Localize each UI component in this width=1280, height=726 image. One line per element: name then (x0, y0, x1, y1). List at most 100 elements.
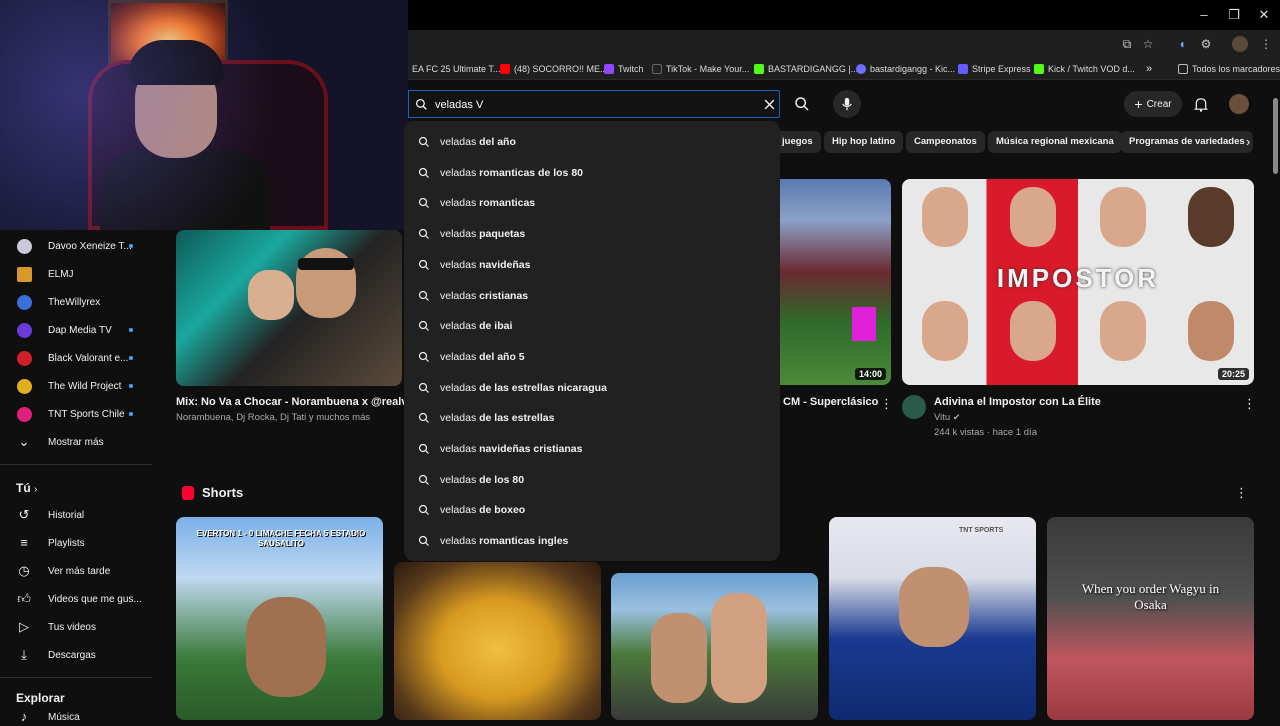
chip-championships[interactable]: Campeonatos (906, 131, 985, 153)
verified-icon: ✔︎ (952, 412, 961, 422)
suggestion-completion: del año (476, 136, 516, 148)
search-input[interactable] (435, 95, 755, 115)
channel-name: ELMJ (48, 268, 74, 280)
sidebar-subscription[interactable]: TheWillyrex (0, 288, 160, 316)
more-bookmarks-icon[interactable]: » (1146, 61, 1152, 77)
create-button[interactable]: + Crear (1124, 91, 1182, 117)
profile-avatar[interactable] (1232, 36, 1248, 52)
video-thumbnail[interactable]: IMPOSTOR 20:25 (902, 179, 1254, 385)
notifications-button[interactable] (1187, 90, 1215, 118)
bookmark-item[interactable]: bastardigangg - Kic... (856, 61, 955, 77)
voice-search-button[interactable] (833, 90, 861, 118)
bookmark-item[interactable]: Twitch (604, 61, 644, 77)
search-suggestion[interactable]: veladas del año 5 (404, 342, 780, 372)
search-box[interactable] (408, 90, 780, 118)
video-thumbnail[interactable] (176, 230, 402, 386)
bookmark-item[interactable]: EA FC 25 Ultimate T... (412, 61, 500, 77)
sidebar-item-history[interactable]: ↺ Historial (0, 501, 160, 529)
channel-avatar[interactable] (902, 395, 926, 419)
sidebar-item-liked[interactable]: 👍︎ Videos que me gus... (0, 585, 160, 613)
sidebar-item-downloads[interactable]: ⤓ Descargas (0, 641, 160, 669)
sidebar-subscription[interactable]: TNT Sports Chile (0, 400, 160, 428)
video-thumbnail[interactable]: 14:00 (780, 179, 891, 385)
bookmark-item[interactable]: Stripe Express (958, 61, 1031, 77)
video-title[interactable]: CM - Superclásico (783, 396, 878, 408)
search-suggestion[interactable]: veladas de las estrellas nicaragua (404, 373, 780, 403)
search-suggestion[interactable]: veladas romanticas (404, 188, 780, 218)
search-button[interactable] (788, 90, 816, 118)
suggestion-typed: veladas (440, 289, 477, 302)
search-icon (795, 97, 809, 111)
more-options-icon[interactable]: ⋮ (1243, 396, 1256, 412)
sunglasses (298, 258, 354, 270)
search-suggestion[interactable]: veladas de las estrellas (404, 403, 780, 433)
video-title[interactable]: Mix: No Va a Chocar - Norambuena x @real… (176, 396, 426, 408)
more-options-icon[interactable]: ⋮ (880, 396, 893, 412)
close-window-icon[interactable]: ✕ (1254, 6, 1274, 24)
you-heading[interactable]: Tú › (16, 481, 37, 495)
chevron-right-icon[interactable]: › (1246, 134, 1258, 150)
sidebar-subscription[interactable]: The Wild Project (0, 372, 160, 400)
show-more-button[interactable]: ⌄ Mostrar más (0, 428, 160, 456)
chip-regional-music[interactable]: Música regional mexicana (988, 131, 1122, 153)
search-suggestion[interactable]: veladas navideñas (404, 250, 780, 280)
suggestion-typed: veladas (440, 258, 477, 271)
bookmark-item[interactable]: (48) SOCORRO!! ME... (500, 61, 608, 77)
maximize-icon[interactable]: ❐ (1224, 6, 1244, 24)
suggestion-completion: de las estrellas (476, 412, 555, 425)
sidebar-divider (0, 464, 152, 465)
music-icon: ♪ (20, 709, 28, 724)
search-suggestion[interactable]: veladas romanticas ingles (404, 526, 780, 556)
scrollbar-thumb[interactable] (1273, 98, 1278, 174)
chip-variety-shows[interactable]: Programas de variedades (1121, 131, 1253, 153)
clear-search-icon[interactable] (763, 98, 776, 111)
sidebar-item-playlists[interactable]: ≡ Playlists (0, 529, 160, 557)
extensions-icon[interactable]: ⚙ (1198, 36, 1214, 52)
bookmark-item[interactable]: BASTARDIGANGG |... (754, 61, 858, 77)
video-title[interactable]: Adivina el Impostor con La Élite (934, 396, 1101, 408)
search-suggestion[interactable]: veladas cristianas (404, 281, 780, 311)
bookmark-star-icon[interactable]: ☆ (1140, 36, 1156, 52)
sidebar-item-music[interactable]: ♪ Música (0, 706, 160, 726)
search-suggestion[interactable]: veladas romanticas de los 80 (404, 158, 780, 188)
short-thumbnail[interactable] (611, 573, 818, 720)
search-suggestion[interactable]: veladas navideñas cristianas (404, 434, 780, 464)
bell-icon (1194, 97, 1208, 112)
search-suggestion[interactable]: veladas paquetas (404, 219, 780, 249)
page-scrollbar[interactable] (1270, 90, 1280, 720)
short-thumbnail[interactable] (394, 562, 601, 720)
short-thumbnail[interactable]: TNT SPORTS (829, 517, 1036, 720)
search-suggestion[interactable]: veladas de ibai (404, 311, 780, 341)
more-options-icon[interactable]: ⋮ (1235, 485, 1248, 501)
video-duration: 14:00 (854, 368, 886, 380)
all-bookmarks[interactable]: Todos los marcadores (1178, 61, 1280, 77)
bookmark-item[interactable]: Kick / Twitch VOD d... (1034, 61, 1135, 77)
search-suggestion[interactable]: veladas del año (404, 127, 780, 157)
extension-audio-icon[interactable]: ◖ (1174, 36, 1190, 52)
sidebar-subscription[interactable]: Davoo Xeneize T... (0, 232, 160, 260)
sidebar-item-your-videos[interactable]: ▷ Tus videos (0, 613, 160, 641)
sidebar: Davoo Xeneize T... ELMJ TheWillyrex Dap … (0, 230, 160, 724)
sidebar-item-watch-later[interactable]: ◷ Ver más tarde (0, 557, 160, 585)
webcam-overlay (0, 0, 408, 230)
chip-hip-hop[interactable]: Hip hop latino (824, 131, 904, 153)
thumbnail-face (1100, 187, 1146, 247)
search-suggestion[interactable]: veladas de los 80 (404, 465, 780, 495)
channel-name[interactable]: Vitu ✔︎ (934, 412, 960, 423)
search-suggestion[interactable]: veladas de boxeo (404, 495, 780, 525)
video-meta: 244 k vistas · hace 1 día (934, 427, 1037, 438)
sidebar-subscription[interactable]: Black Valorant e... (0, 344, 160, 372)
browser-menu-icon[interactable]: ⋮ (1258, 36, 1274, 52)
minimize-icon[interactable]: – (1194, 6, 1214, 24)
folder-icon (1178, 64, 1188, 74)
short-thumbnail[interactable]: When you order Wagyu in Osaka (1047, 517, 1254, 720)
sidebar-subscription[interactable]: ELMJ (0, 260, 160, 288)
suggestion-typed: veladas (440, 412, 477, 425)
short-thumbnail[interactable]: EVERTON 1 - 0 LIMACHE FECHA 5 ESTADIO SA… (176, 517, 383, 720)
suggestion-completion: navideñas cristianas (476, 443, 583, 455)
account-avatar[interactable] (1229, 94, 1249, 114)
sidebar-subscription[interactable]: Dap Media TV (0, 316, 160, 344)
bookmark-item[interactable]: TikTok - Make Your... (652, 61, 749, 77)
suggestion-typed: veladas (440, 381, 477, 394)
install-app-icon[interactable]: ⧉ (1119, 36, 1135, 52)
